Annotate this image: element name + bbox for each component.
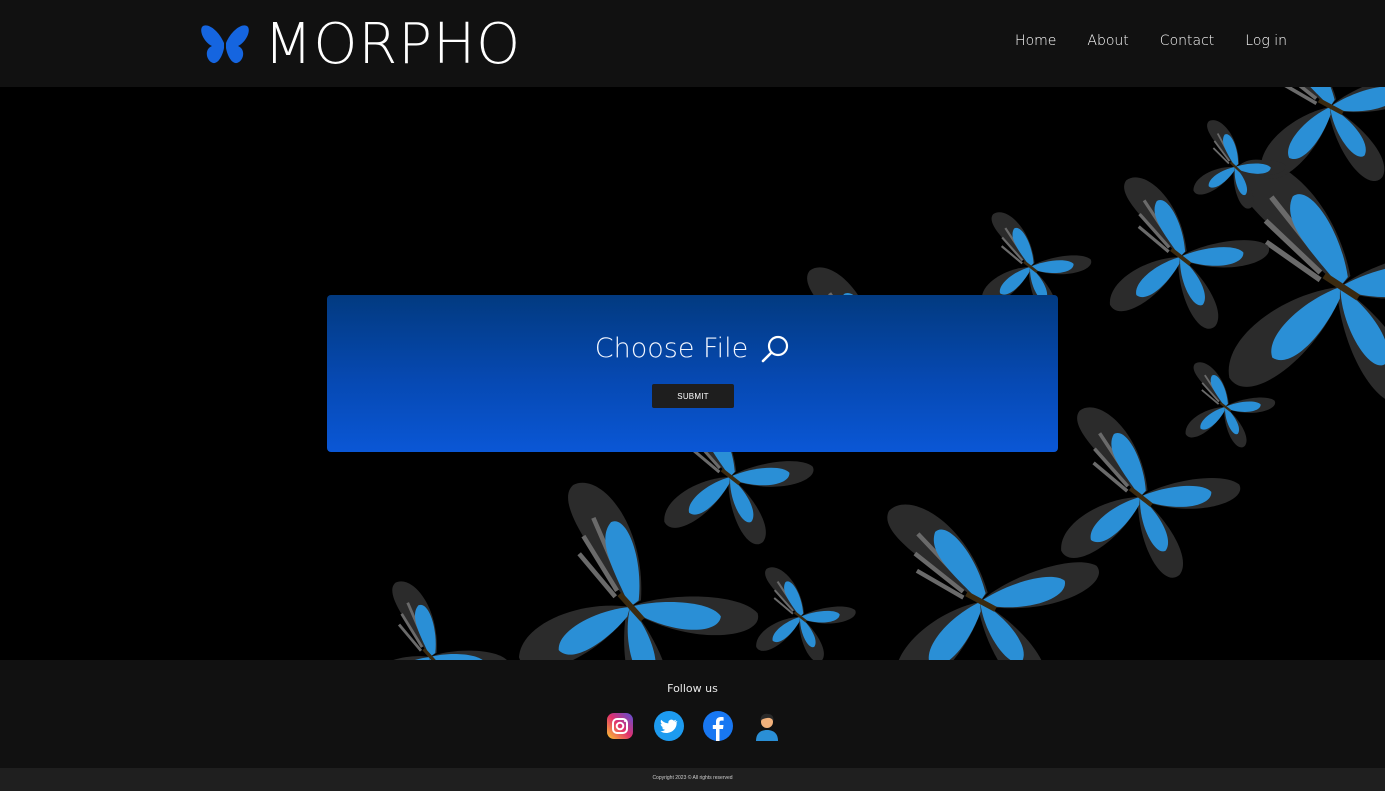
choose-file-control[interactable]: Choose File [327,333,1058,364]
upload-panel: Choose File SUBMIT [327,295,1058,452]
brand-name: MORPHO [264,12,522,77]
submit-button[interactable]: SUBMIT [652,384,734,408]
brand-logo[interactable]: MORPHO [200,12,522,77]
social-links [605,711,782,741]
main-nav: Home About Contact Log in [1015,33,1287,49]
copyright-text: Copyright 2023 © All rights reserved [652,775,733,781]
follow-us-label: Follow us [667,682,718,695]
hero-section: Choose File SUBMIT [0,87,1385,660]
twitter-icon[interactable] [654,711,684,741]
copyright-bar: Copyright 2023 © All rights reserved [0,768,1385,791]
site-footer: Follow us [0,660,1385,768]
facebook-icon[interactable] [703,711,733,741]
nav-home[interactable]: Home [1015,33,1056,49]
nav-contact[interactable]: Contact [1160,33,1214,49]
nav-login[interactable]: Log in [1245,33,1287,49]
nav-about[interactable]: About [1087,33,1128,49]
instagram-icon[interactable] [605,711,635,741]
choose-file-label[interactable]: Choose File [595,333,748,364]
search-icon[interactable] [760,334,790,364]
profile-icon[interactable] [752,711,782,741]
site-header: MORPHO Home About Contact Log in [0,0,1385,87]
butterfly-icon [201,25,249,64]
